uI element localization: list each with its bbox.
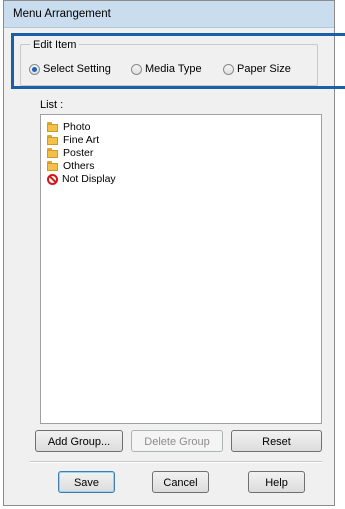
list-item-label: Others: [63, 160, 95, 172]
list-item-photo[interactable]: Photo: [47, 121, 90, 133]
list-item-label: Photo: [63, 121, 91, 133]
not-display-icon: [47, 173, 58, 185]
delete-group-button[interactable]: Delete Group: [131, 430, 223, 452]
help-button[interactable]: Help: [248, 471, 305, 493]
list-item-others[interactable]: Others: [47, 160, 95, 172]
list-item-not-display[interactable]: Not Display: [47, 173, 116, 185]
title-bar: Menu Arrangement: [4, 1, 334, 28]
window-title: Menu Arrangement: [13, 8, 111, 20]
list-item-label: Not Display: [62, 173, 116, 185]
list-item-fine-art[interactable]: Fine Art: [47, 134, 99, 146]
list-item-label: Fine Art: [63, 134, 100, 146]
add-group-button[interactable]: Add Group...: [35, 430, 123, 452]
folder-icon: [47, 161, 59, 171]
reset-button[interactable]: Reset: [231, 430, 322, 452]
menu-list[interactable]: Photo Fine Art Poster Others Not Display: [40, 114, 322, 424]
highlight-edge-top: [328, 33, 345, 36]
folder-icon: [47, 122, 59, 132]
edit-item-highlight: [11, 33, 345, 89]
list-item-label: Poster: [63, 147, 94, 159]
save-button[interactable]: Save: [58, 471, 115, 493]
list-label: List :: [40, 99, 64, 111]
folder-icon: [47, 135, 59, 145]
list-item-poster[interactable]: Poster: [47, 147, 93, 159]
highlight-edge-bottom: [328, 86, 345, 89]
cancel-button[interactable]: Cancel: [152, 471, 209, 493]
folder-icon: [47, 148, 59, 158]
divider: [30, 461, 322, 463]
